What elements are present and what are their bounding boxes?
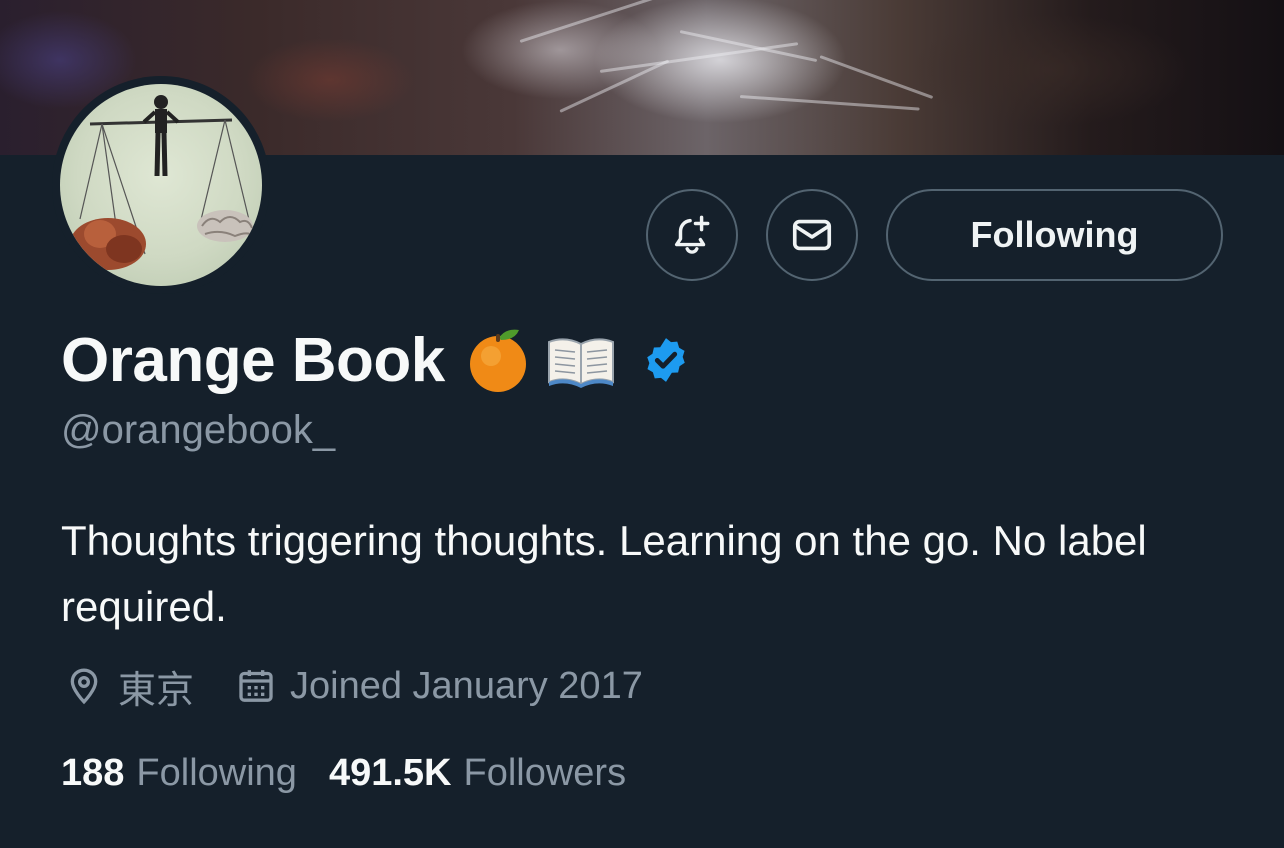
following-button-label: Following xyxy=(970,214,1139,255)
profile-meta: 東京 Joined January 2017 xyxy=(64,660,643,712)
following-count: 188 xyxy=(61,751,125,794)
followers-stat[interactable]: 491.5K Followers xyxy=(329,752,626,795)
open-book-emoji xyxy=(547,332,615,388)
notify-button[interactable] xyxy=(646,189,738,281)
joined-text: Joined January 2017 xyxy=(290,664,643,707)
orange-emoji xyxy=(467,326,531,394)
profile-name-row: Orange Book xyxy=(61,320,691,400)
followers-label: Followers xyxy=(463,751,627,794)
profile-stats: 188 Following 491.5K Followers xyxy=(61,748,626,798)
profile-avatar[interactable] xyxy=(52,76,270,294)
followers-count: 491.5K xyxy=(328,751,452,794)
location-text: 東京 xyxy=(118,669,195,712)
following-stat[interactable]: 188 Following xyxy=(61,752,297,795)
joined-item: Joined January 2017 xyxy=(236,665,643,708)
avatar-image xyxy=(60,84,262,286)
following-button[interactable]: Following xyxy=(886,189,1223,281)
balance-illustration xyxy=(70,95,253,270)
profile-bio: Thoughts triggering thoughts. Learning o… xyxy=(61,517,1147,630)
location-pin-icon xyxy=(70,668,98,705)
display-name: Orange Book xyxy=(61,325,445,395)
profile-handle: @orangebook_ xyxy=(61,408,336,452)
location-item: 東京 xyxy=(64,659,194,714)
calendar-icon xyxy=(239,670,273,702)
message-button[interactable] xyxy=(766,189,858,281)
verified-badge-icon[interactable] xyxy=(641,335,691,385)
envelope-icon xyxy=(792,219,832,251)
following-label: Following xyxy=(136,751,297,794)
bell-plus-icon xyxy=(674,215,710,254)
